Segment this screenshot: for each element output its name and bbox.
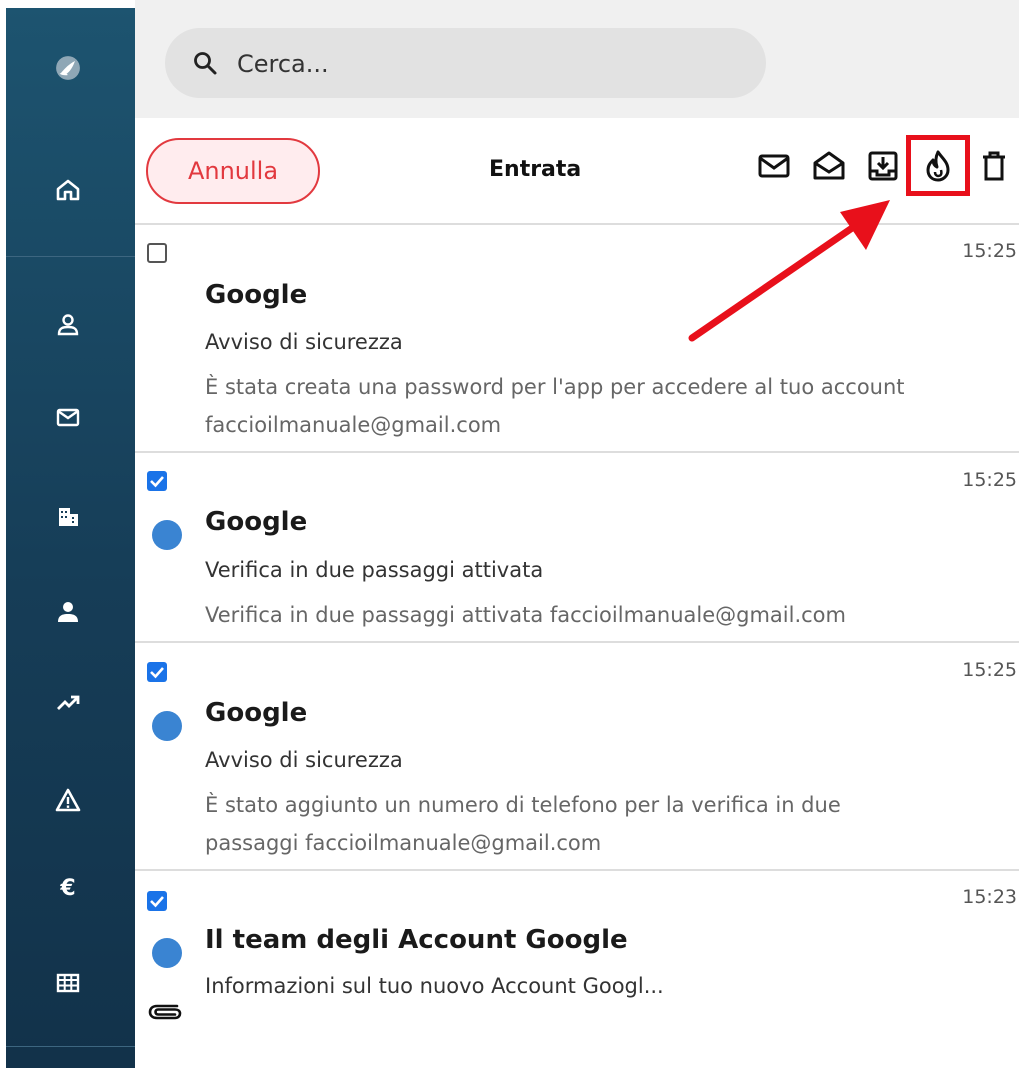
message-checkbox-checked[interactable] [147,471,167,491]
search-input[interactable] [235,46,719,82]
contacts-icon[interactable] [48,305,88,345]
message-preview-line: È stato aggiunto un numero di telefono p… [205,793,841,817]
message-sender: Il team degli Account Google [205,925,628,955]
message-time: 15:25 [962,240,1017,262]
message-sender: Google [205,280,308,310]
cancel-button[interactable]: Annulla [146,138,320,204]
message-time: 15:23 [962,886,1017,908]
message-preview-line: faccioilmanuale@gmail.com [205,413,502,437]
svg-text:€: € [59,876,75,901]
message-subject: Avviso di sicurezza [205,330,403,354]
message-preview: Verifica in due passaggi attivata faccio… [205,596,1015,634]
unread-dot [152,711,182,741]
mark-unread-icon[interactable] [755,146,793,186]
message-subject: Informazioni sul tuo nuovo Account Googl… [205,974,664,998]
message-time: 15:25 [962,469,1017,491]
message-checkbox-checked[interactable] [147,662,167,682]
sidebar: € [0,0,135,1068]
trash-icon[interactable] [975,146,1013,186]
grid-icon[interactable] [48,963,88,1003]
message-time: 15:25 [962,659,1017,681]
message-preview-line: Verifica in due passaggi attivata faccio… [205,603,846,627]
sidebar-separator [6,256,135,257]
message-subject: Verifica in due passaggi attivata [205,558,544,582]
building-icon[interactable] [48,497,88,537]
sidebar-edge [0,0,6,1068]
message-sender: Google [205,698,308,728]
message-checkbox-checked[interactable] [147,891,167,911]
mail-icon[interactable] [48,397,88,437]
archive-icon[interactable] [864,146,902,186]
warning-icon[interactable] [48,780,88,820]
mark-read-icon[interactable] [810,146,848,186]
message-preview-line: passaggi faccioilmanuale@gmail.com [205,831,602,855]
attachment-icon [148,1004,182,1020]
sidebar-top-strip [0,0,135,8]
message-sender: Google [205,507,308,537]
message-subject: Avviso di sicurezza [205,748,403,772]
unread-dot [152,938,182,968]
message-preview: È stato aggiunto un numero di telefono p… [205,786,1015,862]
highlight-box [906,135,970,196]
logo-icon[interactable] [48,48,88,88]
folder-title: Entrata [489,157,582,182]
user-icon[interactable] [48,592,88,632]
message-checkbox[interactable] [147,243,167,263]
home-icon[interactable] [48,170,88,210]
message-preview-line: È stata creata una password per l'app pe… [205,375,905,399]
unread-dot [152,520,182,550]
search-icon [194,52,217,75]
euro-icon[interactable]: € [48,867,88,907]
message-row[interactable] [135,870,1019,1068]
message-preview: È stata creata una password per l'app pe… [205,368,1015,444]
sidebar-separator-bottom [6,1046,135,1047]
search-box[interactable] [165,28,766,98]
trend-icon[interactable] [48,683,88,723]
